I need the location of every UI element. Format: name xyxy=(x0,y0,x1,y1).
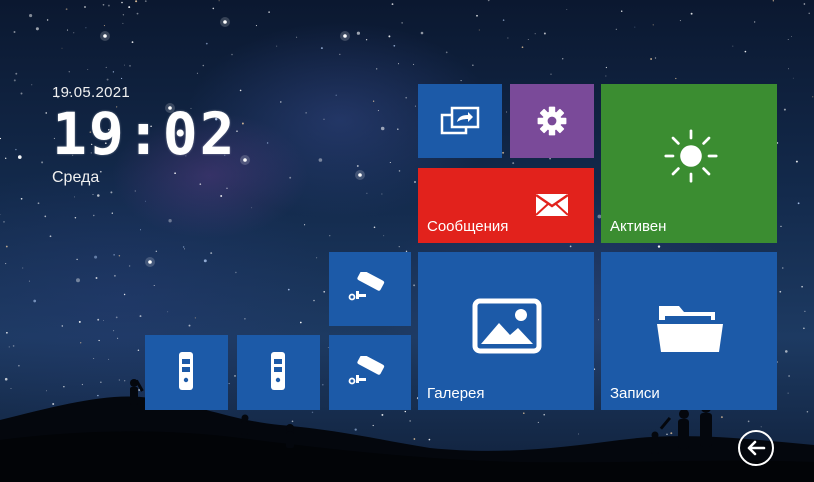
back-button[interactable] xyxy=(738,430,774,466)
transfer-tile[interactable] xyxy=(418,84,502,158)
date-label: 19.05.2021 xyxy=(52,84,131,101)
weekday-label: Среда xyxy=(52,169,100,186)
camera-tile-2[interactable] xyxy=(329,335,411,410)
cctv-camera-icon xyxy=(348,272,385,301)
messages-tile[interactable]: Сообщения xyxy=(418,168,594,243)
settings-tile[interactable] xyxy=(510,84,594,158)
mode-label: Активен xyxy=(610,218,667,235)
gallery-label: Галерея xyxy=(427,385,485,402)
clock-widget: 19.05.2021 19:02 Среда xyxy=(52,84,237,187)
envelope-icon xyxy=(535,193,569,216)
home-screen: 19.05.2021 19:02 Среда Активен Сообщения… xyxy=(0,0,814,482)
cctv-camera-icon xyxy=(348,356,385,385)
door-panel-icon xyxy=(179,352,193,390)
folder-icon xyxy=(657,306,723,352)
picture-icon xyxy=(472,298,542,354)
door-panel-icon xyxy=(271,352,285,390)
messages-label: Сообщения xyxy=(427,218,509,235)
records-tile[interactable]: Записи xyxy=(601,252,777,410)
mode-tile[interactable]: Активен xyxy=(601,84,777,243)
gear-icon xyxy=(537,106,567,136)
door-panel-tile-1[interactable] xyxy=(145,335,228,410)
camera-tile-1[interactable] xyxy=(329,252,411,326)
back-arrow-icon xyxy=(747,440,766,456)
transfer-icon xyxy=(440,106,480,135)
sun-icon xyxy=(664,129,718,183)
records-label: Записи xyxy=(610,385,660,402)
door-panel-tile-2[interactable] xyxy=(237,335,320,410)
time-display: 19:02 xyxy=(52,100,237,168)
gallery-tile[interactable]: Галерея xyxy=(418,252,594,410)
